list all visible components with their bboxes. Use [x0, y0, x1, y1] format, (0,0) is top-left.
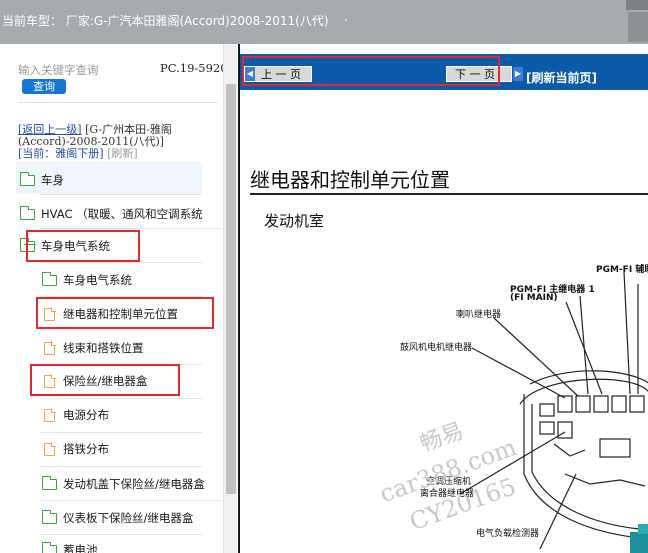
refresh-page-link[interactable]: [刷新当前页]: [526, 69, 597, 86]
item-divider: [40, 330, 202, 331]
tree-item-underhood-fuse-box[interactable]: 发动机盖下保险丝/继电器盒: [41, 475, 205, 492]
item-divider: [40, 500, 222, 501]
tree-item-underdash-fuse-box[interactable]: 仪表板下保险丝/继电器盒: [41, 509, 194, 526]
label-pgmfi-aux: PGM-FI 辅助: [596, 265, 648, 275]
tree-item-body[interactable]: 车身: [19, 171, 64, 188]
folder-icon: [19, 171, 35, 186]
header-dot: .: [344, 10, 348, 24]
annotation-box: [242, 56, 500, 86]
header-corner: [626, 0, 648, 10]
tree-item-ground-distribution[interactable]: 搭铁分布: [44, 441, 109, 457]
header-corner-block: [628, 12, 648, 42]
tree-item-label: 车身电气系统: [63, 273, 132, 287]
sidebar-divider: [18, 102, 218, 103]
tree-item-label: 电源分布: [63, 408, 109, 422]
document-icon: [44, 341, 56, 355]
scrollbar-thumb[interactable]: [226, 84, 236, 494]
annotation-box: [26, 230, 140, 262]
sidebar-scrollbar[interactable]: [223, 44, 237, 553]
tree-item-hvac[interactable]: HVAC （取暖、通风和空调系统: [19, 205, 203, 222]
page-title: 继电器和控制单元位置: [250, 168, 450, 192]
tree-item-power-distribution[interactable]: 电源分布: [44, 407, 109, 423]
tree-item-label: 线束和搭铁位置: [63, 341, 144, 355]
search-input[interactable]: [18, 62, 118, 78]
folder-icon: [41, 541, 57, 553]
folder-icon: [41, 475, 57, 490]
item-divider: [40, 194, 202, 195]
pc-code: PC.19-5920: [160, 61, 223, 75]
tree-item-label: HVAC （取暖、通风和空调系统: [41, 207, 203, 221]
current-model-text: 当前车型： 厂家:G-广汽本田雅阁(Accord)2008-2011(八代): [2, 14, 329, 28]
section-subtitle: 发动机室: [264, 212, 325, 230]
breadcrumb-current: [当前：雅阁下册]: [18, 147, 104, 160]
document-icon: [44, 408, 56, 422]
item-divider: [40, 432, 202, 433]
item-divider: [40, 398, 202, 399]
label-horn-relay: 喇叭继电器: [456, 310, 502, 320]
content-panel: ◀ 上 一 页 下 一 页 ▶ [刷新当前页] 继电器和控制单元位置 发动机室: [238, 44, 648, 553]
annotation-box: [30, 364, 180, 396]
item-divider: [40, 262, 202, 263]
tree-item-label: 蓄电池: [63, 543, 98, 553]
folder-icon: [41, 509, 57, 524]
label-blower-relay: 鼓风机电机继电器: [400, 343, 473, 353]
arrow-right-icon: ▶: [513, 67, 523, 81]
breadcrumb-refresh-link[interactable]: [刷新]: [107, 147, 138, 160]
tree-item-harness-ground[interactable]: 线束和搭铁位置: [44, 340, 144, 356]
tree-item-label: 车身: [41, 173, 64, 187]
tree-item-label: 发动机盖下保险丝/继电器盒: [63, 477, 205, 491]
title-rule: [250, 193, 648, 195]
annotation-box: [36, 297, 214, 329]
item-divider: [40, 534, 202, 535]
breadcrumb: [返回上一级] [G-广州本田-雅阁(Accord)-2008-2011(八代)…: [18, 124, 223, 160]
item-divider: [40, 466, 202, 467]
sidebar: 查询 PC.19-5920 [返回上一级] [G-广州本田-雅阁(Accord)…: [0, 44, 223, 553]
tree-item-battery[interactable]: 蓄电池: [41, 541, 98, 553]
folder-icon: [41, 271, 57, 286]
folder-icon: [19, 205, 35, 220]
search-button[interactable]: 查询: [22, 79, 66, 94]
label-fi-main: (FI MAIN): [510, 293, 558, 303]
tree-item-body-electrical-sub[interactable]: 车身电气系统: [41, 271, 132, 288]
item-divider: [40, 228, 222, 229]
tree-item-label: 搭铁分布: [63, 442, 109, 456]
document-icon: [44, 442, 56, 456]
label-load-detector: 电气负载检测器: [476, 529, 540, 539]
model-header-bar: 当前车型： 厂家:G-广汽本田雅阁(Accord)2008-2011(八代) .: [0, 0, 648, 44]
tree-item-label: 仪表板下保险丝/继电器盒: [63, 511, 194, 525]
